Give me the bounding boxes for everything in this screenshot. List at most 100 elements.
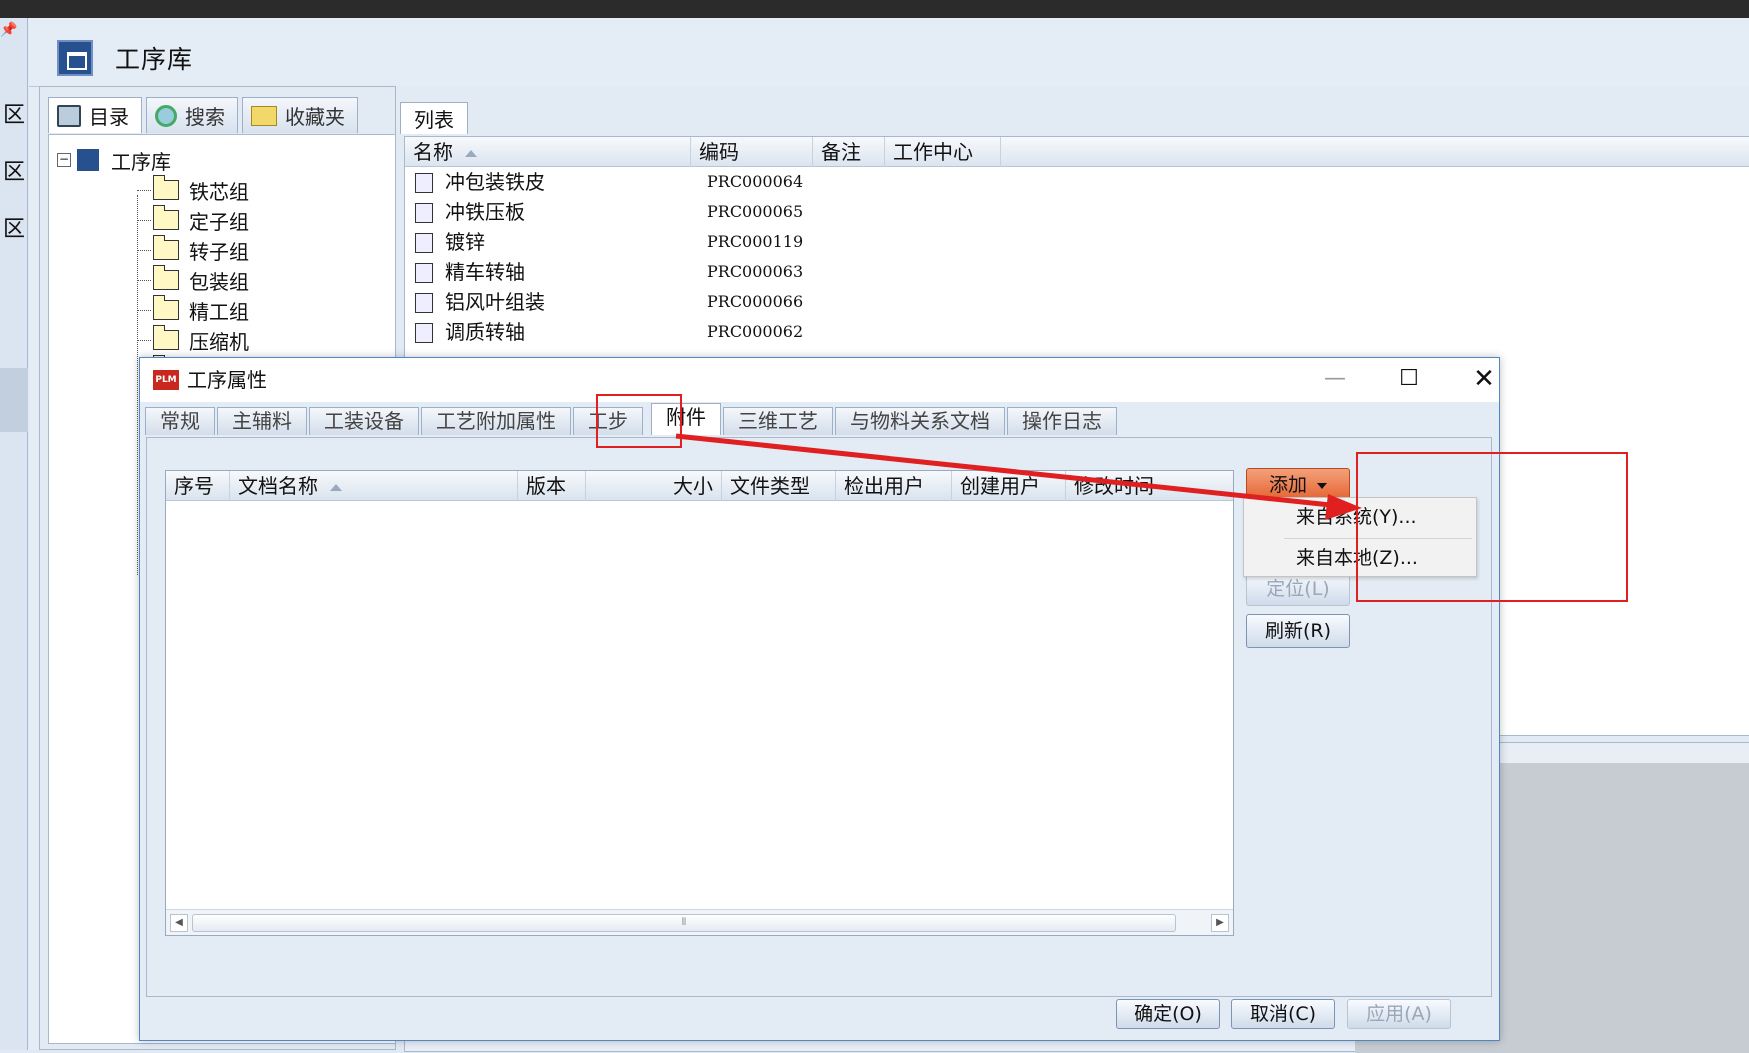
tab-catalog[interactable]: 目录 [48,97,142,133]
highlight-attachments-tab [596,394,682,448]
col-creator[interactable]: 创建用户 [952,471,1066,501]
folder-icon [153,265,179,290]
dropdown-caret-icon [1317,482,1327,489]
col-file-type[interactable]: 文件类型 [722,471,836,501]
col-workcenter[interactable]: 工作中心 [885,137,1001,167]
top-dark-bar [0,0,1749,18]
list-row[interactable]: 精车转轴 PRC000063 [405,257,1749,287]
apply-button[interactable]: 应用(A) [1347,999,1451,1029]
tab-materials[interactable]: 主辅料 [217,407,307,435]
tree-item[interactable]: 压缩机 [153,325,249,355]
close-button[interactable]: ✕ [1461,364,1507,396]
pin-icon[interactable]: 📌 [0,22,17,38]
dock-item-2[interactable]: 区 [2,160,26,186]
process-icon [415,323,433,343]
tab-general[interactable]: 常规 [145,407,215,435]
tree-item-label: 定子组 [189,209,249,234]
tab-search[interactable]: 搜索 [146,97,238,133]
process-icon [415,173,433,193]
process-properties-dialog: PLM 工序属性 — ☐ ✕ 常规 主辅料 工装设备 工艺附加属性 工步 附件 … [139,357,1500,1041]
tab-operation-log[interactable]: 操作日志 [1007,407,1117,435]
library-icon [77,149,99,171]
attachments-grid: 序号 文档名称 版本 大小 文件类型 检出用户 创建用户 修改时间 ◀ ⦀ ▶ [165,470,1234,936]
dialog-title: 工序属性 [187,368,267,392]
tree-item[interactable]: 包装组 [153,265,249,295]
tab-search-label: 搜索 [185,105,225,129]
folder-icon [153,295,179,320]
tab-catalog-label: 目录 [89,105,129,129]
sort-asc-icon [465,150,477,157]
grid-header: 序号 文档名称 版本 大小 文件类型 检出用户 创建用户 修改时间 [166,471,1233,501]
horizontal-scrollbar[interactable]: ◀ ⦀ ▶ [166,909,1233,935]
tree-item[interactable]: 转子组 [153,235,249,265]
process-icon [415,293,433,313]
tab-favorites-label: 收藏夹 [285,105,345,129]
tree-item[interactable]: 定子组 [153,205,249,235]
scroll-right-icon[interactable]: ▶ [1211,914,1229,932]
list-row[interactable]: 冲铁压板 PRC000065 [405,197,1749,227]
tree-item-label: 转子组 [189,239,249,264]
tree-item-label: 包装组 [189,269,249,294]
refresh-button[interactable]: 刷新(R) [1246,614,1350,648]
process-icon [415,233,433,253]
tab-tooling[interactable]: 工装设备 [309,407,419,435]
locate-button[interactable]: 定位(L) [1246,572,1350,606]
col-doc-name[interactable]: 文档名称 [230,471,518,501]
tree-item-label: 铁芯组 [189,179,249,204]
left-dock-strip: 📌 区 区 区 [0,18,28,1050]
dock-item-1[interactable]: 区 [2,103,26,129]
tree-root-label: 工序库 [111,149,171,174]
tab-3d-process[interactable]: 三维工艺 [723,407,833,435]
app-header: 工序库 [57,38,193,78]
cancel-button[interactable]: 取消(C) [1231,999,1335,1029]
col-name[interactable]: 名称 [405,137,691,167]
computer-icon [57,104,81,127]
collapse-icon[interactable]: − [57,153,71,167]
tree-connector [137,195,138,575]
page-title: 工序库 [115,45,194,74]
tab-favorites[interactable]: 收藏夹 [242,97,358,133]
tree-item-label: 压缩机 [189,329,249,354]
folder-icon [153,175,179,200]
ok-button[interactable]: 确定(O) [1116,999,1220,1029]
col-checkout-user[interactable]: 检出用户 [836,471,952,501]
tree-item-label: 精工组 [189,299,249,324]
process-library-icon [57,40,93,76]
list-row[interactable]: 镀锌 PRC000119 [405,227,1749,257]
col-code[interactable]: 编码 [691,137,813,167]
process-icon [415,263,433,283]
col-version[interactable]: 版本 [518,471,586,501]
col-remark[interactable]: 备注 [813,137,885,167]
scroll-thumb[interactable]: ⦀ [192,914,1176,932]
minimize-button[interactable]: — [1312,364,1358,396]
plm-logo-icon: PLM [153,370,179,390]
col-size[interactable]: 大小 [586,471,722,501]
tree-item[interactable]: 铁芯组 [153,175,249,205]
tab-list[interactable]: 列表 [400,102,468,134]
dock-selected-block [0,368,28,432]
list-row[interactable]: 冲包装铁皮 PRC000064 [405,167,1749,197]
maximize-button[interactable]: ☐ [1386,364,1432,396]
col-modified-time[interactable]: 修改时间 [1066,471,1235,501]
folder-icon [153,325,179,350]
tree-root[interactable]: − 工序库 [57,145,171,175]
dock-item-3[interactable]: 区 [2,217,26,243]
tab-material-docs[interactable]: 与物料关系文档 [835,407,1005,435]
search-globe-icon [155,104,177,127]
process-icon [415,203,433,223]
folder-icon [153,205,179,230]
dialog-titlebar[interactable]: PLM 工序属性 — ☐ ✕ [140,358,1499,402]
catalog-tabs: 目录 搜索 收藏夹 [48,97,358,133]
favorites-icon [251,105,277,126]
col-index[interactable]: 序号 [166,471,230,501]
sort-asc-icon [330,484,342,491]
list-row[interactable]: 调质转轴 PRC000062 [405,317,1749,347]
tab-extra-attributes[interactable]: 工艺附加属性 [421,407,571,435]
tree-item[interactable]: 精工组 [153,295,249,325]
list-row[interactable]: 铝风叶组装 PRC000066 [405,287,1749,317]
attachments-pane: 序号 文档名称 版本 大小 文件类型 检出用户 创建用户 修改时间 ◀ ⦀ ▶ … [146,437,1492,997]
list-header: 名称 编码 备注 工作中心 [405,137,1749,167]
highlight-add-menu [1356,452,1628,602]
scroll-left-icon[interactable]: ◀ [170,914,188,932]
folder-icon [153,235,179,260]
